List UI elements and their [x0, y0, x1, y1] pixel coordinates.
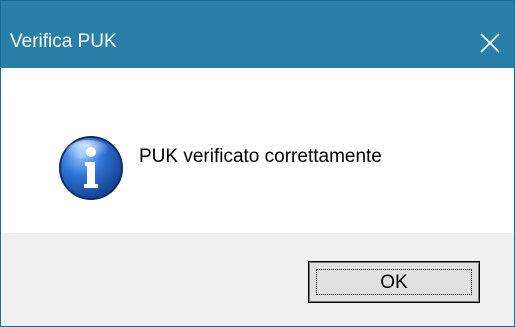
button-bar: OK: [1, 233, 514, 326]
window-title: Verifica PUK: [10, 31, 117, 52]
ok-button-label: OK: [380, 272, 408, 293]
info-icon: [59, 136, 123, 200]
dialog-content: PUK verificato correttamente: [1, 68, 514, 233]
dialog-window: Verifica PUK PUK verificato correttament…: [0, 0, 515, 327]
close-button[interactable]: [464, 19, 514, 65]
ok-button[interactable]: OK: [308, 261, 480, 303]
title-bar[interactable]: Verifica PUK: [1, 1, 514, 68]
close-icon: [480, 33, 500, 53]
dialog-message: PUK verificato correttamente: [139, 146, 382, 167]
